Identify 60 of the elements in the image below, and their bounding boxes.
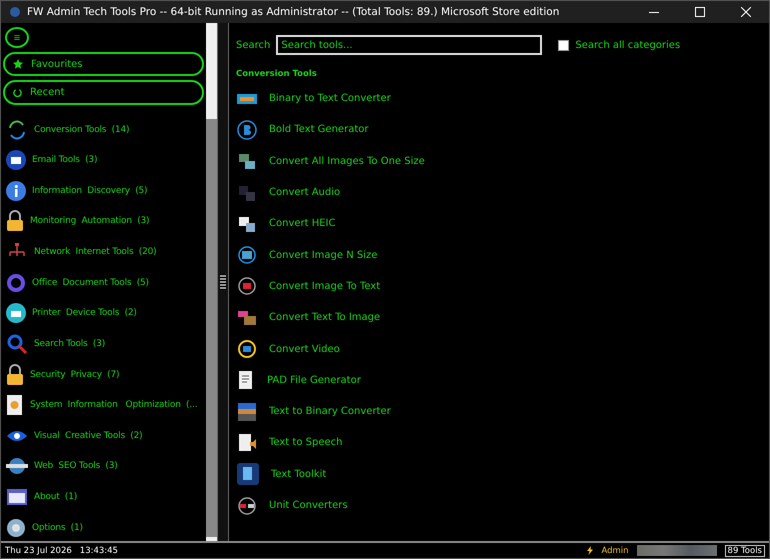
text-badge-icon xyxy=(237,94,257,104)
tool-link[interactable]: Convert Video xyxy=(269,344,340,355)
search-field[interactable]: Search tools... xyxy=(276,35,542,55)
category-item[interactable]: Web SEO Tools (3) xyxy=(3,453,204,480)
tool-link[interactable]: Convert HEIC xyxy=(269,218,336,230)
tool-link[interactable]: Convert Text To Image xyxy=(269,312,380,324)
category-item[interactable]: Network Internet Tools (20) xyxy=(3,238,204,266)
category-item[interactable]: Security Privacy (7) xyxy=(3,361,204,388)
eye-icon xyxy=(6,428,28,443)
category-item[interactable]: About (1) xyxy=(3,484,204,510)
status-user: Admin xyxy=(601,546,629,556)
info-icon xyxy=(6,180,26,201)
favourites-button[interactable]: Favourites xyxy=(3,52,204,76)
padlock-icon xyxy=(6,364,24,386)
padlock-icon xyxy=(6,210,24,232)
tool-count: 89 Tools xyxy=(724,544,765,556)
tool-link[interactable]: Text Toolkit xyxy=(271,468,326,480)
category-item[interactable]: Visual Creative Tools (2) xyxy=(3,422,204,450)
window-title: FW Admin Tech Tools Pro -- 64-bit Running as Administrator -- (Total Tools: 89.) Microsoft Store edition xyxy=(27,6,560,18)
tool-link[interactable]: Convert Image To Text xyxy=(269,280,380,292)
maximize-icon xyxy=(695,7,705,17)
category-item[interactable]: Email Tools (3) xyxy=(3,146,204,174)
text-image-icon xyxy=(237,308,257,327)
status-date: Thu 23 Jul 2026 xyxy=(5,546,72,556)
tool-link[interactable]: Binary to Text Converter xyxy=(269,93,391,104)
tool-link[interactable]: Convert Image N Size xyxy=(269,250,378,261)
app-logo-icon xyxy=(9,6,21,18)
video-camera-icon xyxy=(237,339,257,360)
tool-link[interactable]: Bold Text Generator xyxy=(269,124,368,136)
close-icon xyxy=(741,7,751,17)
tool-link[interactable]: Convert All Images To One Size xyxy=(269,156,425,167)
checkbox-label: Search all categories xyxy=(575,40,680,50)
tool-link[interactable]: PAD File Generator xyxy=(267,374,361,386)
envelope-icon xyxy=(6,150,26,170)
recent-button[interactable]: Recent xyxy=(3,80,204,105)
category-item[interactable]: Office Document Tools (5) xyxy=(3,269,204,296)
status-time: 13:43:45 xyxy=(80,546,118,556)
category-item[interactable]: Search Tools (3) xyxy=(3,330,204,358)
binary-grid-icon xyxy=(237,402,257,422)
printer-icon xyxy=(6,303,26,324)
category-item[interactable]: Information Discovery (5) xyxy=(3,178,204,204)
category-item[interactable]: Conversion Tools (14) xyxy=(3,116,204,143)
tool-link[interactable]: Unit Converters xyxy=(269,500,348,511)
checkbox[interactable] xyxy=(558,40,570,50)
history-icon xyxy=(13,88,22,98)
tool-link[interactable]: Text to Speech xyxy=(269,437,342,448)
grip-icon xyxy=(220,274,226,290)
tool-link[interactable]: Text to Binary Converter xyxy=(269,406,391,418)
menu-button[interactable]: ≡ xyxy=(5,27,29,48)
category-item[interactable]: System Information Optimization (... xyxy=(3,392,204,419)
bolt-icon xyxy=(587,546,594,555)
category-item[interactable]: Printer Device Tools (2) xyxy=(3,300,204,327)
tool-link[interactable]: Convert Audio xyxy=(269,187,340,198)
images-icon xyxy=(237,151,257,172)
category-item[interactable]: Options (1) xyxy=(3,514,204,542)
search-label: Search xyxy=(236,40,270,50)
magnifier-icon xyxy=(6,332,28,355)
section-title: Conversion Tools xyxy=(236,69,318,79)
category-item[interactable]: Monitoring Automation (3) xyxy=(3,208,204,235)
star-icon xyxy=(13,59,23,70)
